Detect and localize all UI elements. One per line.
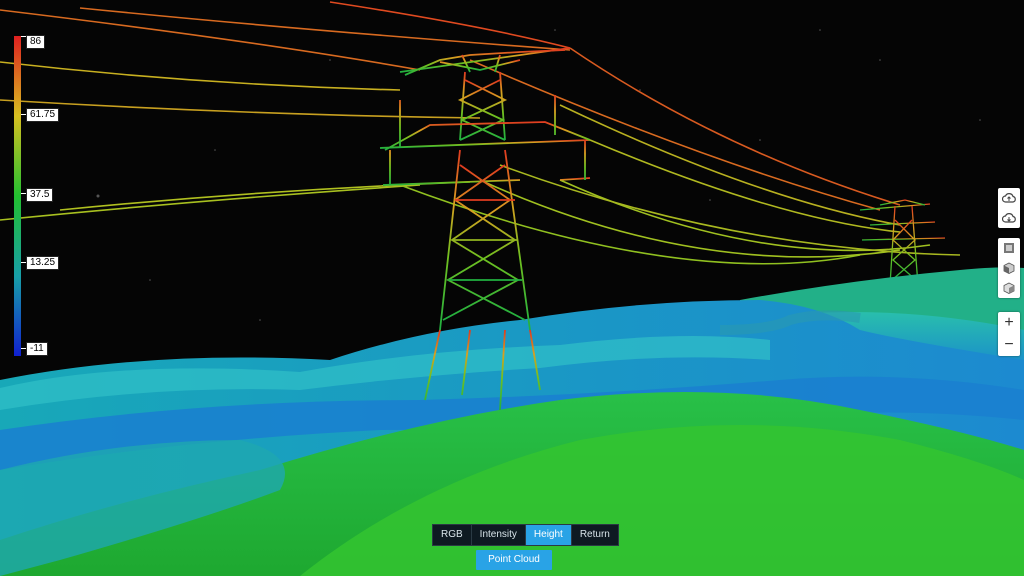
tab-rgb[interactable]: RGB — [433, 525, 472, 545]
far-power-tower — [859, 199, 946, 286]
height-color-scale: 86 61.75 37.5 13.25 -11 — [14, 35, 74, 356]
view-tools — [998, 238, 1020, 298]
color-scale-bar — [14, 36, 21, 356]
point-cloud-viewport[interactable]: 86 61.75 37.5 13.25 -11 + − RGB Intensit… — [0, 0, 1024, 576]
tab-return[interactable]: Return — [572, 525, 618, 545]
point-cloud-button[interactable]: Point Cloud — [476, 550, 552, 570]
scale-label-lower: 13.25 — [26, 256, 60, 270]
grid-view-icon[interactable] — [998, 238, 1020, 258]
scale-label-min: -11 — [26, 342, 48, 356]
tab-intensity[interactable]: Intensity — [472, 525, 526, 545]
cube-icon[interactable] — [998, 258, 1020, 278]
cloud-download-icon[interactable] — [998, 208, 1020, 228]
scale-label-max: 86 — [26, 35, 46, 49]
zoom-tools: + − — [998, 312, 1020, 356]
zoom-in-button[interactable]: + — [998, 312, 1020, 334]
cloud-upload-icon[interactable] — [998, 188, 1020, 208]
color-mode-tabs: RGB Intensity Height Return — [432, 524, 619, 546]
tab-height[interactable]: Height — [525, 525, 572, 545]
power-lines — [0, 1, 961, 265]
zoom-out-button[interactable]: − — [998, 334, 1020, 356]
cloud-tools — [998, 188, 1020, 228]
box-icon[interactable] — [998, 278, 1020, 298]
background-noise — [96, 29, 981, 321]
point-cloud-scene[interactable] — [0, 0, 1024, 576]
scale-label-upper: 61.75 — [26, 108, 60, 122]
scale-label-mid: 37.5 — [26, 188, 54, 202]
